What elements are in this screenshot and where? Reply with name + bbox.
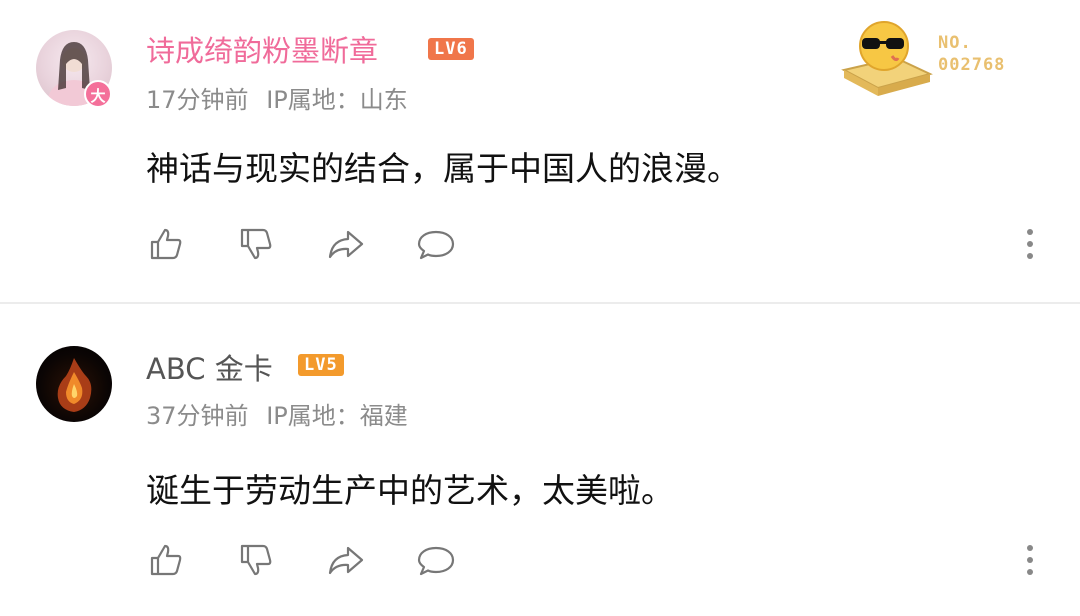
timestamp: 17分钟前 xyxy=(146,86,249,114)
thumbs-up-icon[interactable] xyxy=(146,224,186,264)
comment-meta: 17分钟前 IP属地：山东 xyxy=(146,80,408,115)
comment-item: ABC 金卡 LV5 37分钟前 IP属地：福建 诞生于劳动生产中的艺术，太美啦… xyxy=(0,304,1080,616)
comment-item: 大 诗成绮韵粉墨断章 LV6 17分钟前 IP属地：山东 NO. 002768 … xyxy=(0,0,1080,302)
fan-badge-number: NO. 002768 xyxy=(938,32,1005,76)
ip-label: IP属地： xyxy=(266,402,360,430)
more-vertical-icon[interactable] xyxy=(1016,540,1044,580)
level-badge: LV5 xyxy=(298,354,344,376)
thumbs-down-icon[interactable] xyxy=(236,540,276,580)
avatar[interactable] xyxy=(36,346,112,422)
username[interactable]: 诗成绮韵粉墨断章 xyxy=(146,28,378,70)
fan-badge-line1: NO. xyxy=(938,33,972,53)
comment-bubble-icon[interactable] xyxy=(416,540,456,580)
ip-location: 福建 xyxy=(359,402,408,430)
comment-meta: 37分钟前 IP属地：福建 xyxy=(146,396,408,431)
share-icon[interactable] xyxy=(326,540,366,580)
comment-bubble-icon[interactable] xyxy=(416,224,456,264)
level-badge: LV6 xyxy=(428,38,474,60)
thumbs-up-icon[interactable] xyxy=(146,540,186,580)
comment-content: 神话与现实的结合，属于中国人的浪漫。 xyxy=(146,149,740,188)
avatar-badge: 大 xyxy=(84,80,112,108)
fan-badge: NO. 002768 xyxy=(838,18,1038,98)
ip-label: IP属地： xyxy=(266,86,360,114)
share-icon[interactable] xyxy=(326,224,366,264)
ip-location: 山东 xyxy=(359,86,408,114)
fan-badge-line2: 002768 xyxy=(938,55,1006,75)
more-vertical-icon[interactable] xyxy=(1016,224,1044,264)
comment-content: 诞生于劳动生产中的艺术，太美啦。 xyxy=(146,471,674,510)
username[interactable]: ABC 金卡 xyxy=(146,346,273,388)
sunglasses-emoji-icon xyxy=(841,21,933,96)
timestamp: 37分钟前 xyxy=(146,402,249,430)
thumbs-down-icon[interactable] xyxy=(236,224,276,264)
